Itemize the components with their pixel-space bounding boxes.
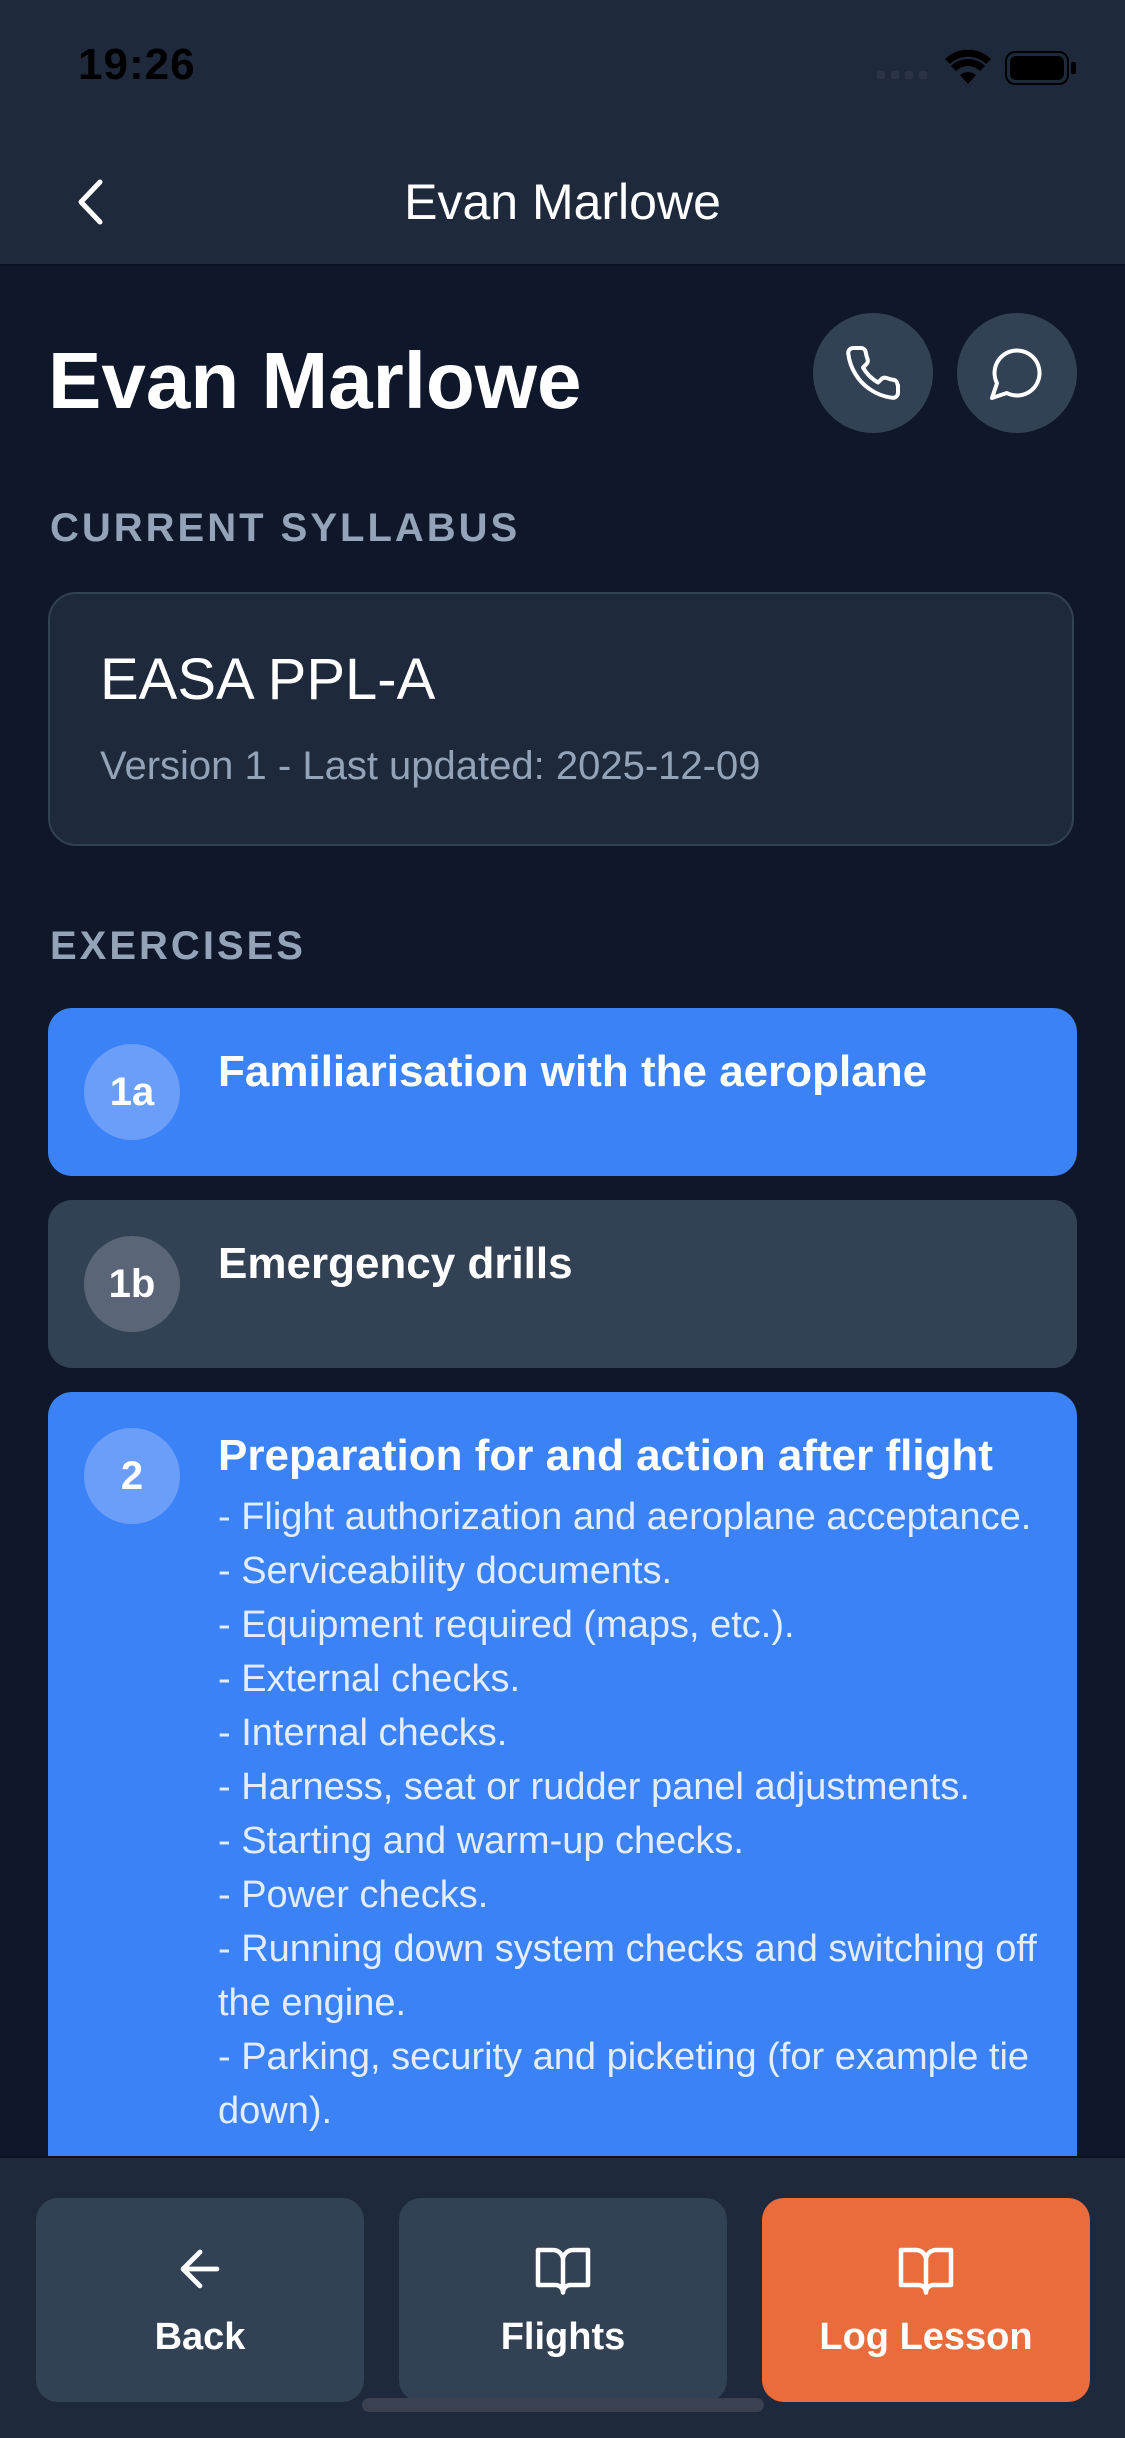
status-icons — [875, 50, 1077, 86]
nav-title: Evan Marlowe — [404, 174, 721, 230]
bottom-action-bar: Back Flights Log Lesson — [0, 2156, 1125, 2438]
exercise-badge: 1b — [84, 1236, 180, 1332]
home-indicator — [362, 2398, 764, 2412]
exercise-item-1a[interactable]: 1a Familiarisation with the aeroplane — [48, 1008, 1077, 1176]
message-icon — [990, 348, 1042, 400]
exercise-item-2[interactable]: 2 Preparation for and action after fligh… — [48, 1392, 1077, 2156]
wifi-icon — [945, 50, 991, 84]
exercise-title: Emergency drills — [218, 1239, 573, 1288]
back-button[interactable]: Back — [36, 2198, 364, 2402]
student-name: Evan Marlowe — [48, 336, 582, 425]
syllabus-name: EASA PPL-A — [100, 647, 436, 712]
content-scroll[interactable]: Evan Marlowe CURRENT SYLLABUS EASA PPL-A… — [0, 266, 1125, 2156]
call-button[interactable] — [813, 313, 933, 433]
book-open-icon — [898, 2247, 954, 2295]
exercise-title: Preparation for and action after flight — [218, 1431, 993, 1480]
log-lesson-button[interactable]: Log Lesson — [762, 2198, 1090, 2402]
exercise-description: - Flight authorization and aeroplane acc… — [218, 1496, 1037, 2132]
signal-icon — [877, 71, 927, 79]
navigation-bar: Evan Marlowe — [0, 140, 1125, 266]
exercises-section-label: EXERCISES — [50, 924, 306, 968]
status-time: 19:26 — [78, 40, 196, 89]
book-open-icon — [535, 2247, 591, 2295]
phone-icon — [846, 345, 901, 400]
exercise-item-1b[interactable]: 1b Emergency drills — [48, 1200, 1077, 1368]
flights-button-label: Flights — [500, 2316, 626, 2358]
exercise-badge: 1a — [84, 1044, 180, 1140]
syllabus-card[interactable]: EASA PPL-A Version 1 - Last updated: 202… — [48, 592, 1074, 846]
status-bar: 19:26 — [0, 0, 1125, 140]
arrow-left-icon — [180, 2249, 220, 2289]
syllabus-section-label: CURRENT SYLLABUS — [50, 506, 521, 550]
exercise-title: Familiarisation with the aeroplane — [218, 1047, 928, 1096]
exercise-badge: 2 — [84, 1428, 180, 1524]
log-lesson-button-label: Log Lesson — [819, 2316, 1033, 2358]
battery-icon — [1005, 51, 1076, 85]
syllabus-meta: Version 1 - Last updated: 2025-12-09 — [100, 744, 761, 788]
back-button-label: Back — [154, 2316, 246, 2358]
flights-button[interactable]: Flights — [399, 2198, 727, 2402]
message-button[interactable] — [957, 313, 1077, 433]
